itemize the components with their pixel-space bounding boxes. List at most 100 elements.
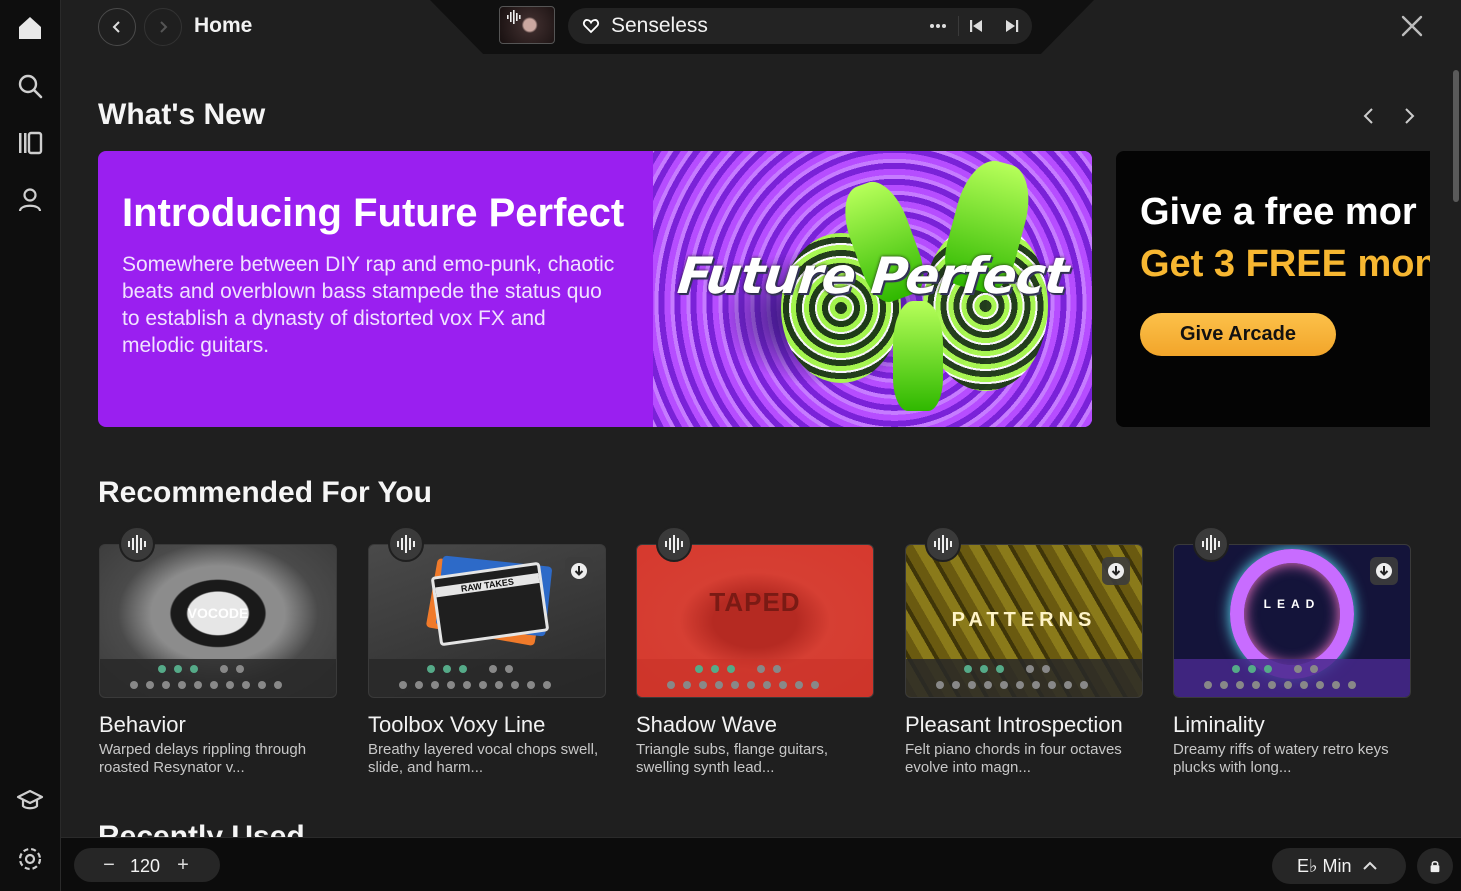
control-knob [699,681,707,689]
tempo-value[interactable]: 120 [130,856,160,877]
download-button[interactable] [1370,557,1398,585]
control-knob [952,681,960,689]
carousel-next-button[interactable] [1398,104,1420,128]
card-artwork: PATTERNS [905,544,1143,698]
tempo-decrease-button[interactable]: − [94,850,124,880]
now-playing-thumbnail[interactable] [499,6,555,44]
control-knob [980,665,988,673]
control-knob [527,681,535,689]
control-knob [1064,681,1072,689]
control-knob [996,665,1004,673]
preset-card[interactable]: RAW TAKES Toolbox Voxy Line Breathy laye… [368,526,606,777]
card-title: Pleasant Introspection [905,712,1123,737]
control-knob [1032,681,1040,689]
control-knob [779,681,787,689]
card-artwork: LEAD [1173,544,1411,698]
control-knob [190,665,198,673]
control-knob [1000,681,1008,689]
sidebar-item-profile[interactable] [8,178,52,222]
sidebar-item-library[interactable] [8,121,52,165]
control-knob [274,681,282,689]
control-knob [511,681,519,689]
give-arcade-button[interactable]: Give Arcade [1140,313,1336,356]
heart-icon[interactable] [582,17,600,35]
download-button[interactable] [1102,557,1130,585]
control-knob [174,665,182,673]
key-selector[interactable]: E♭ Min [1272,848,1406,884]
chevron-up-icon [1363,861,1377,870]
control-knob [415,681,423,689]
home-icon [19,17,41,39]
waveform-badge [119,526,155,562]
control-knob [489,665,497,673]
more-icon[interactable] [928,16,948,36]
waveform-badge [1193,526,1229,562]
sidebar-item-settings[interactable] [8,837,52,881]
preset-card[interactable]: PATTERNS Pleasant Introspection Felt pia… [905,526,1143,777]
tempo-control: − 120 + [74,848,220,882]
download-button[interactable] [565,557,593,585]
control-knob [1310,665,1318,673]
control-knob [1080,681,1088,689]
waveform-badge [925,526,961,562]
close-icon[interactable] [1398,12,1426,40]
skip-previous-icon[interactable] [966,16,986,36]
sidebar-item-search[interactable] [8,64,52,108]
skip-next-icon[interactable] [1002,16,1022,36]
chevron-right-icon [160,21,168,33]
hero-logo: Future Perfect [674,247,1071,305]
graduation-cap-icon [16,789,44,810]
card-art-label: LEAD [1263,597,1321,611]
whats-new-title: What's New [98,98,266,131]
card-art-label: PATTERNS [951,609,1097,631]
search-icon [18,74,43,99]
card-title: Toolbox Voxy Line [368,712,546,737]
forward-button[interactable] [144,8,182,46]
control-knob [1042,665,1050,673]
control-knob [1248,665,1256,673]
back-button[interactable] [98,8,136,46]
card-description: Dreamy riffs of watery retro keys plucks… [1173,741,1389,776]
hero-artwork-hand [893,301,943,411]
control-knob [242,681,250,689]
control-knob [968,681,976,689]
lock-icon [1430,860,1440,873]
tempo-increase-button[interactable]: + [168,850,198,880]
card-description: Warped delays rippling through roasted R… [99,741,307,776]
waveform-badge [388,526,424,562]
control-knob [683,681,691,689]
waveform-icon [934,535,952,553]
waveform-icon [128,535,146,553]
card-controls-strip [906,659,1142,697]
preset-card[interactable]: LEAD Liminality Dreamy riffs of watery r… [1173,526,1411,777]
carousel-prev-button[interactable] [1358,104,1380,128]
control-knob [1204,681,1212,689]
preset-card[interactable]: VOCODE Behavior Warped delays rippling t… [99,526,337,777]
song-title: Senseless [611,14,708,37]
control-knob [1016,681,1024,689]
sidebar-item-home[interactable] [8,6,52,50]
control-knob [226,681,234,689]
control-knob [158,665,166,673]
sidebar [0,0,61,891]
scrollbar[interactable] [1453,70,1459,202]
control-knob [795,681,803,689]
control-knob [773,665,781,673]
control-knob [447,681,455,689]
control-knob [495,681,503,689]
sidebar-item-learn[interactable] [8,778,52,822]
now-playing-bar[interactable]: Senseless [568,8,1032,44]
hero-banner[interactable]: Future Perfect Introducing Future Perfec… [98,151,1092,427]
preset-card[interactable]: TAPED Shadow Wave Triangle subs, flange … [636,526,874,777]
promo-banner[interactable]: Give a free mor Get 3 FREE mon Give Arca… [1116,151,1430,427]
hero-title: Introducing Future Perfect [122,191,625,235]
lock-button[interactable] [1417,848,1453,884]
waveform-icon [397,535,415,553]
control-knob [431,681,439,689]
control-knob [1332,681,1340,689]
card-controls-strip [369,659,605,697]
control-knob [1220,681,1228,689]
control-knob [443,665,451,673]
waveform-icon [507,10,521,24]
chevron-left-icon [112,21,120,33]
